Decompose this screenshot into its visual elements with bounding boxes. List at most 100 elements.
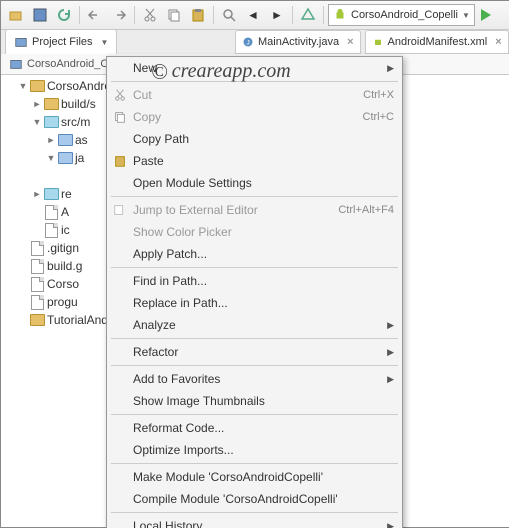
tab-label: MainActivity.java bbox=[258, 36, 339, 48]
run-button[interactable] bbox=[481, 9, 491, 21]
tree-label: progu bbox=[47, 295, 78, 309]
cut-icon bbox=[112, 87, 128, 103]
copy-icon bbox=[112, 109, 128, 125]
tree-label: ja bbox=[75, 151, 84, 165]
menu-open-module-settings[interactable]: Open Module Settings bbox=[107, 172, 402, 194]
find-icon[interactable] bbox=[218, 4, 240, 26]
paste-icon[interactable] bbox=[187, 4, 209, 26]
menu-label: Apply Patch... bbox=[133, 247, 207, 261]
shortcut: Ctrl+Alt+F4 bbox=[338, 204, 394, 216]
menu-label: Show Color Picker bbox=[133, 225, 232, 239]
menu-find-in-path-[interactable]: Find in Path... bbox=[107, 270, 402, 292]
menu-analyze[interactable]: Analyze ▶ bbox=[107, 314, 402, 336]
menu-label: Copy bbox=[133, 110, 161, 124]
tree-label: ic bbox=[61, 223, 70, 237]
tab-label: AndroidManifest.xml bbox=[388, 36, 488, 48]
main-toolbar: ◄ ► CorsoAndroid_Copelli ▼ bbox=[1, 1, 509, 30]
menu-label: New bbox=[133, 61, 157, 75]
editor-tabs: J MainActivity.java × AndroidManifest.xm… bbox=[231, 30, 509, 55]
android-icon bbox=[333, 8, 347, 22]
menu-new[interactable]: New ▶ bbox=[107, 57, 402, 79]
redo-icon[interactable] bbox=[108, 4, 130, 26]
tree-label: A bbox=[61, 205, 69, 219]
run-config-selector[interactable]: CorsoAndroid_Copelli ▼ bbox=[328, 4, 475, 26]
menu-label: Paste bbox=[133, 154, 164, 168]
menu-label: Find in Path... bbox=[133, 274, 207, 288]
tab-mainactivity[interactable]: J MainActivity.java × bbox=[235, 30, 361, 54]
menu-label: Cut bbox=[133, 88, 152, 102]
run-config-label: CorsoAndroid_Copelli bbox=[351, 9, 458, 21]
tree-label: build/s bbox=[61, 97, 96, 111]
context-menu[interactable]: New ▶ Cut Ctrl+X Copy Ctrl+C Copy Path Paste Ope… bbox=[106, 56, 403, 528]
tree-label: as bbox=[75, 133, 88, 147]
refresh-icon[interactable] bbox=[53, 4, 75, 26]
menu-label: Reformat Code... bbox=[133, 421, 224, 435]
paste-icon bbox=[112, 153, 128, 169]
menu-add-to-favorites[interactable]: Add to Favorites ▶ bbox=[107, 368, 402, 390]
menu-label: Jump to External Editor bbox=[133, 203, 258, 217]
close-icon[interactable]: × bbox=[495, 36, 501, 48]
submenu-arrow-icon: ▶ bbox=[387, 347, 394, 358]
menu-jump-to-external-editor: Jump to External Editor Ctrl+Alt+F4 bbox=[107, 199, 402, 221]
menu-show-color-picker: Show Color Picker bbox=[107, 221, 402, 243]
menu-replace-in-path-[interactable]: Replace in Path... bbox=[107, 292, 402, 314]
blank-icon bbox=[71, 168, 87, 184]
menu-label: Optimize Imports... bbox=[133, 443, 234, 457]
proj-icon bbox=[29, 78, 45, 94]
menu-refactor[interactable]: Refactor ▶ bbox=[107, 341, 402, 363]
menu-compile-module-corsoandroidcopelli-[interactable]: Compile Module 'CorsoAndroidCopelli' bbox=[107, 488, 402, 510]
menu-apply-patch-[interactable]: Apply Patch... bbox=[107, 243, 402, 265]
project-files-tab[interactable]: Project Files ▼ bbox=[5, 29, 117, 54]
menu-show-image-thumbnails[interactable]: Show Image Thumbnails bbox=[107, 390, 402, 412]
forward-icon[interactable]: ► bbox=[266, 4, 288, 26]
close-icon[interactable]: × bbox=[347, 36, 353, 48]
submenu-arrow-icon: ▶ bbox=[387, 320, 394, 331]
xml-icon bbox=[43, 204, 59, 220]
folder-icon bbox=[43, 96, 59, 112]
menu-make-module-corsoandroidcopelli-[interactable]: Make Module 'CorsoAndroidCopelli' bbox=[107, 466, 402, 488]
tree-label: src/m bbox=[61, 115, 90, 129]
res-icon bbox=[43, 186, 59, 202]
shortcut: Ctrl+X bbox=[363, 89, 394, 101]
copy-icon[interactable] bbox=[163, 4, 185, 26]
build-icon[interactable] bbox=[297, 4, 319, 26]
cut-icon[interactable] bbox=[139, 4, 161, 26]
open-icon[interactable] bbox=[5, 4, 27, 26]
menu-copy-path[interactable]: Copy Path bbox=[107, 128, 402, 150]
menu-paste[interactable]: Paste bbox=[107, 150, 402, 172]
java-icon: J bbox=[242, 36, 254, 48]
undo-icon[interactable] bbox=[84, 4, 106, 26]
menu-reformat-code-[interactable]: Reformat Code... bbox=[107, 417, 402, 439]
tree-label: build.g bbox=[47, 259, 82, 273]
svg-text:J: J bbox=[246, 39, 249, 46]
menu-label: Add to Favorites bbox=[133, 372, 220, 386]
jump-icon bbox=[112, 202, 128, 218]
file-icon bbox=[29, 294, 45, 310]
menu-optimize-imports-[interactable]: Optimize Imports... bbox=[107, 439, 402, 461]
submenu-arrow-icon: ▶ bbox=[387, 63, 394, 74]
save-icon[interactable] bbox=[29, 4, 51, 26]
menu-label: Refactor bbox=[133, 345, 178, 359]
shortcut: Ctrl+C bbox=[363, 111, 394, 123]
menu-label: Copy Path bbox=[133, 132, 189, 146]
project-files-label: Project Files bbox=[32, 36, 93, 48]
tab-manifest[interactable]: AndroidManifest.xml × bbox=[365, 30, 509, 54]
android-icon bbox=[372, 36, 384, 48]
back-icon[interactable]: ◄ bbox=[242, 4, 264, 26]
menu-copy: Copy Ctrl+C bbox=[107, 106, 402, 128]
src-icon bbox=[43, 114, 59, 130]
project-icon bbox=[14, 35, 28, 49]
submenu-arrow-icon: ▶ bbox=[387, 521, 394, 528]
proj-icon bbox=[29, 312, 45, 328]
blue-icon bbox=[57, 132, 73, 148]
menu-label: Analyze bbox=[133, 318, 176, 332]
submenu-arrow-icon: ▶ bbox=[387, 374, 394, 385]
tree-label: Corso bbox=[47, 277, 79, 291]
menu-label: Local History bbox=[133, 519, 202, 528]
menu-local-history[interactable]: Local History ▶ bbox=[107, 515, 402, 528]
menu-label: Open Module Settings bbox=[133, 176, 252, 190]
menu-cut: Cut Ctrl+X bbox=[107, 84, 402, 106]
file-icon bbox=[29, 276, 45, 292]
tree-label: re bbox=[61, 187, 72, 201]
module-icon bbox=[9, 57, 23, 71]
